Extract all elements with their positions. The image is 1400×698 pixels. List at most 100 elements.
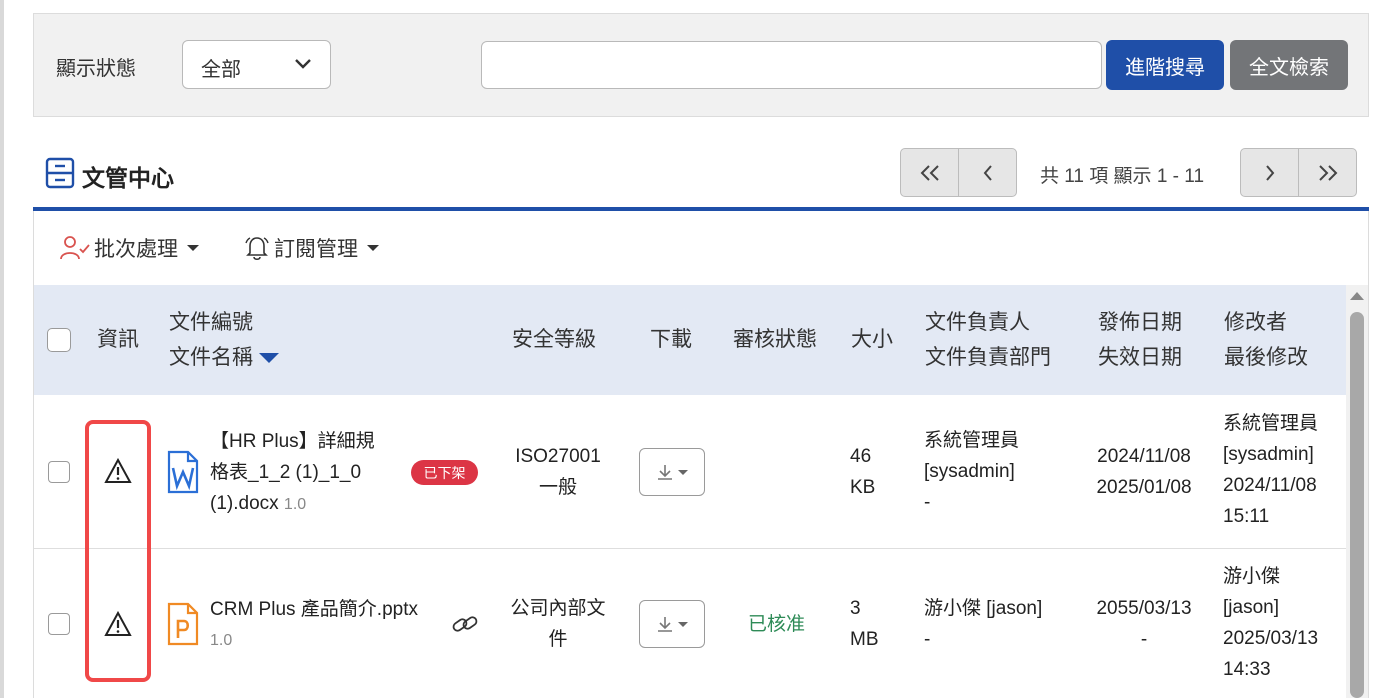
double-chevron-left-icon: [920, 164, 939, 181]
pager-info: 共 11 項 顯示 1 - 11: [1040, 166, 1205, 187]
file-name-text: (1).docx: [210, 493, 279, 514]
col-security: 安全等級: [512, 328, 596, 351]
batch-process-menu[interactable]: 批次處理: [60, 233, 199, 263]
file-size-value: 46: [850, 446, 872, 467]
display-status-label: 顯示狀態: [56, 58, 136, 80]
owner-line: -: [924, 492, 931, 513]
modifier-line: 14:33: [1223, 659, 1271, 680]
col-publish-date: 發佈日期: [1098, 311, 1182, 334]
file-name-line[interactable]: 【HR Plus】詳細規: [210, 426, 375, 457]
status-select[interactable]: 全部: [182, 40, 331, 89]
status-select-value: 全部: [201, 59, 241, 81]
col-review: 審核狀態: [733, 328, 817, 351]
modifier-line: [jason]: [1223, 597, 1279, 618]
modifier: 系統管理員 [sysadmin] 2024/11/08 15:11: [1223, 408, 1318, 532]
page-title: 文管中心: [82, 165, 174, 191]
bell-icon: [245, 237, 269, 261]
modifier-line: 15:11: [1223, 506, 1270, 527]
col-last-modified: 最後修改: [1224, 346, 1308, 369]
file-name-line[interactable]: (1).docx 1.0: [210, 488, 306, 520]
left-edge: [0, 0, 4, 698]
modifier: 游小傑 [jason] 2025/03/13 14:33: [1223, 561, 1318, 685]
file-size-unit: KB: [850, 477, 876, 498]
subscription-menu[interactable]: 訂閱管理: [244, 233, 379, 263]
file-size: 3 MB: [850, 593, 879, 655]
col-download: 下載: [650, 328, 692, 351]
chevron-right-icon: [1265, 164, 1274, 181]
download-button[interactable]: [639, 600, 705, 648]
modifier-line: 系統管理員: [1223, 413, 1319, 434]
caret-down-icon: [187, 245, 199, 251]
file-size-unit: MB: [850, 629, 879, 650]
owner-line: -: [924, 629, 931, 650]
security-level-line: 一般: [538, 477, 577, 498]
col-size: 大小: [851, 328, 893, 351]
next-page-button[interactable]: [1240, 148, 1299, 197]
subscription-label: 訂閱管理: [274, 238, 358, 261]
col-doc-no[interactable]: 文件編號: [169, 305, 253, 340]
dates: 2024/11/08 2025/01/08: [1084, 441, 1204, 503]
modifier-line: [sysadmin]: [1223, 444, 1314, 465]
security-level-line: 公司內部文: [510, 598, 606, 619]
owner-line: [sysadmin]: [924, 461, 1015, 482]
expire-date: -: [1140, 629, 1148, 650]
last-page-button[interactable]: [1298, 148, 1357, 197]
col-doc-name-label: 文件名稱: [169, 346, 253, 369]
row-divider: [34, 548, 1346, 549]
col-doc-name[interactable]: 文件名稱: [169, 340, 279, 375]
scrollbar-thumb[interactable]: [1350, 312, 1364, 698]
file-version: 1.0: [210, 632, 233, 649]
scroll-up-arrow-icon[interactable]: [1350, 292, 1364, 300]
file-size-value: 3: [850, 598, 861, 619]
dates: 2055/03/13 -: [1084, 593, 1204, 655]
col-info: 資訊: [97, 328, 139, 351]
security-level-line: 件: [548, 629, 568, 650]
modifier-line: 游小傑: [1223, 566, 1281, 587]
file-version: 1.0: [283, 496, 307, 513]
modifier-line: 2025/03/13: [1223, 628, 1319, 649]
publish-date: 2055/03/13: [1096, 598, 1192, 619]
row-checkbox[interactable]: [48, 461, 70, 483]
row-checkbox[interactable]: [48, 613, 70, 635]
double-chevron-right-icon: [1318, 164, 1337, 181]
review-status: 已核准: [748, 614, 806, 635]
owner: 游小傑 [jason] -: [924, 593, 1042, 655]
advanced-search-button[interactable]: 進階搜尋: [1106, 40, 1224, 90]
download-icon: [658, 617, 672, 632]
col-modifier: 修改者: [1224, 311, 1287, 334]
security-level: 公司內部文 件: [500, 593, 616, 655]
full-text-search-button[interactable]: 全文檢索: [1230, 40, 1348, 90]
col-owner: 文件負責人: [925, 311, 1030, 334]
info-column-highlight: [85, 420, 151, 682]
caret-down-icon: [678, 469, 688, 475]
file-size: 46 KB: [850, 441, 875, 503]
status-badge: 已下架: [411, 460, 478, 485]
expire-date: 2025/01/08: [1096, 477, 1192, 498]
chevron-left-icon: [983, 164, 992, 181]
user-check-icon: [60, 236, 90, 260]
owner: 系統管理員 [sysadmin] -: [924, 425, 1019, 518]
first-page-button[interactable]: [900, 148, 959, 197]
select-all-checkbox[interactable]: [47, 328, 71, 352]
filter-bar: 顯示狀態 全部 進階搜尋 全文檢索: [33, 13, 1369, 117]
download-icon: [658, 465, 672, 480]
caret-down-icon: [367, 245, 379, 251]
link-icon[interactable]: [451, 611, 479, 637]
prev-page-button[interactable]: [958, 148, 1017, 197]
owner-line: 游小傑 [jason]: [924, 598, 1043, 619]
word-file-icon: [167, 450, 199, 494]
sort-desc-icon: [259, 353, 279, 364]
file-name-line[interactable]: CRM Plus 產品簡介.pptx: [210, 594, 418, 625]
document-cabinet-icon: [45, 157, 75, 189]
download-button[interactable]: [639, 448, 705, 496]
batch-process-label: 批次處理: [94, 238, 178, 261]
file-name-line[interactable]: 格表_1_2 (1)_1_0: [210, 457, 361, 488]
modifier-line: 2024/11/08: [1223, 475, 1317, 496]
chevron-down-icon: [295, 59, 311, 69]
col-expire-date: 失效日期: [1098, 346, 1182, 369]
search-input[interactable]: [481, 41, 1102, 89]
security-level-line: ISO27001: [515, 446, 601, 467]
publish-date: 2024/11/08: [1097, 446, 1191, 467]
col-owner-dept: 文件負責部門: [925, 346, 1051, 369]
owner-line: 系統管理員: [924, 430, 1020, 451]
